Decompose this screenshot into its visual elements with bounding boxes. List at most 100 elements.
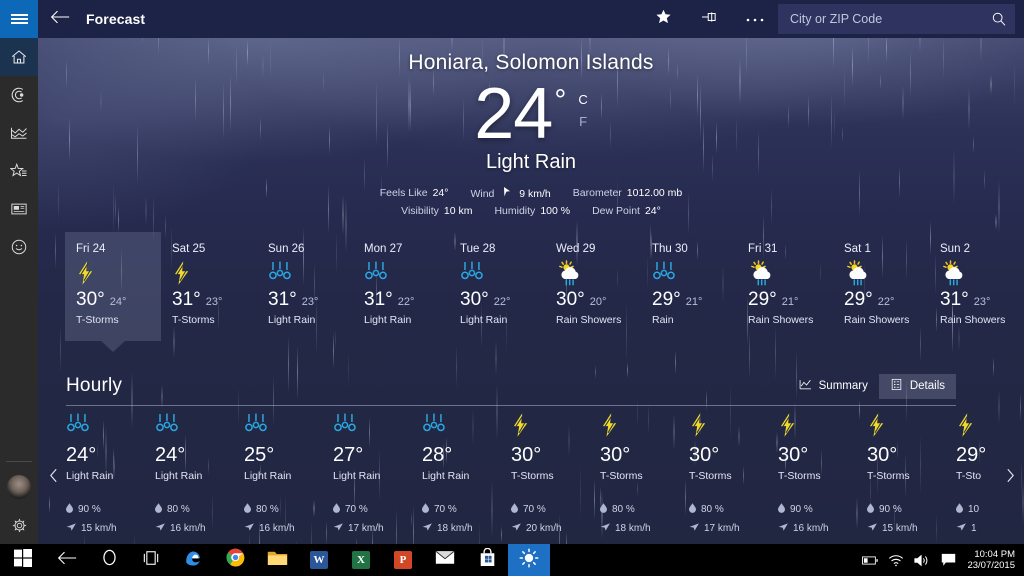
sidebar-item-send-feedback[interactable] — [0, 228, 38, 266]
taskbar-app-microsoft-word[interactable]: W — [298, 544, 340, 576]
hourly-temp: 24° — [66, 444, 155, 466]
hourly-metrics: 80 % 16 km/h — [244, 503, 333, 534]
hourly-condition: Light Rain — [66, 470, 155, 482]
taskbar-app-mail[interactable] — [424, 544, 466, 576]
daily-forecast-card[interactable]: Mon 27 31° 22° Light Rain — [353, 232, 449, 352]
hourly-forecast-card[interactable]: 24° Light Rain 80 % 16 km/h — [155, 412, 244, 534]
daily-forecast-card[interactable]: Sun 26 31° 23° Light Rain — [257, 232, 353, 352]
mail-icon — [435, 550, 455, 570]
water-droplet-icon — [689, 503, 696, 516]
hourly-metrics: 90 % 15 km/h — [66, 503, 155, 534]
action-center-icon[interactable] — [935, 544, 961, 576]
daily-high: 30° — [76, 289, 105, 311]
hourly-metrics: 70 % 17 km/h — [333, 503, 422, 534]
search-input[interactable] — [778, 4, 1015, 34]
current-stats: Feels Like 24° Wind 9 km/h Barometer 1012.… — [38, 187, 1024, 217]
daily-forecast-card[interactable]: Fri 31 29° 21° Rain Showers — [737, 232, 833, 352]
battery-icon[interactable] — [857, 544, 883, 576]
taskbar-clock[interactable]: 10:04 PM 23/07/2015 — [961, 549, 1024, 571]
star-icon — [655, 8, 672, 30]
more-options-button[interactable] — [732, 0, 778, 38]
hamburger-menu-icon[interactable] — [0, 0, 38, 38]
powerpoint-icon: P — [394, 551, 412, 569]
hourly-forecast-card[interactable]: 30° T-Storms 80 % 17 km/h — [689, 412, 778, 534]
hourly-forecast-card[interactable]: 24° Light Rain 90 % 15 km/h — [66, 412, 155, 534]
summary-label: Summary — [819, 380, 868, 392]
sidebar-item-home[interactable] — [0, 38, 38, 76]
daily-forecast-card[interactable]: Fri 24 30° 24° T-Storms — [65, 232, 161, 341]
hourly-forecast-card[interactable]: 30° T-Storms 70 % 20 km/h — [511, 412, 600, 534]
sidebar-item-historical-weather[interactable] — [0, 114, 38, 152]
stat-label: Feels Like — [380, 187, 428, 199]
list-details-icon — [890, 378, 903, 394]
hourly-forecast-card[interactable]: 25° Light Rain 80 % 16 km/h — [244, 412, 333, 534]
hourly-forecast-card[interactable]: 30° T-Storms 90 % 15 km/h — [867, 412, 956, 534]
daily-high: 31° — [268, 289, 297, 311]
sidebar-item-favorites[interactable] — [0, 152, 38, 190]
taskbar-app-weather[interactable] — [508, 544, 550, 576]
daily-day-label: Sat 25 — [172, 243, 257, 255]
hourly-metrics: 80 % 16 km/h — [155, 503, 244, 534]
taskbar-app-microsoft-edge[interactable] — [172, 544, 214, 576]
stat-feels-like: Feels Like 24° — [380, 187, 449, 200]
wind-value: 16 km/h — [259, 523, 295, 534]
speaker-icon[interactable] — [909, 544, 935, 576]
sidebar-item-maps[interactable] — [0, 76, 38, 114]
start-button[interactable] — [0, 544, 46, 576]
system-tray: 10:04 PM 23/07/2015 — [857, 544, 1024, 576]
add-to-favorites-button[interactable] — [640, 0, 686, 38]
hourly-metrics: 70 % 20 km/h — [511, 503, 600, 534]
hourly-forecast-card[interactable]: 30° T-Storms 80 % 18 km/h — [600, 412, 689, 534]
hourly-wind: 15 km/h — [66, 523, 155, 534]
hourly-condition: T-Storms — [511, 470, 600, 482]
sidebar-item-news[interactable] — [0, 190, 38, 228]
search-box[interactable] — [778, 4, 1015, 34]
daily-forecast-card[interactable]: Sat 25 31° 23° T-Storms — [161, 232, 257, 352]
daily-temps: 29° 21° — [748, 289, 833, 311]
cortana-button[interactable] — [88, 544, 130, 576]
daily-high: 30° — [460, 289, 489, 311]
daily-forecast-card[interactable]: Sun 2 31° 23° Rain Showers — [929, 232, 1024, 352]
taskbar-app-file-explorer[interactable] — [256, 544, 298, 576]
sidebar-item-settings[interactable] — [0, 506, 38, 544]
hourly-temp: 30° — [511, 444, 600, 466]
daily-low: 22° — [878, 296, 895, 308]
daily-condition: Light Rain — [268, 314, 353, 326]
taskbar-app-microsoft-store[interactable] — [466, 544, 508, 576]
daily-forecast-card[interactable]: Tue 28 30° 22° Light Rain — [449, 232, 545, 352]
daily-forecast-card[interactable]: Thu 30 29° 21° Rain — [641, 232, 737, 352]
current-conditions: Honiara, Solomon Islands 24 ° C F Light … — [38, 38, 1024, 222]
details-view-button[interactable]: Details — [879, 374, 956, 399]
daily-high: 29° — [748, 289, 777, 311]
hourly-header: Hourly Summary Details — [66, 372, 956, 400]
wifi-icon[interactable] — [883, 544, 909, 576]
stat-wind: Wind 9 km/h — [470, 187, 550, 200]
taskbar-back-button[interactable] — [46, 544, 88, 576]
hourly-forecast-card[interactable]: 27° Light Rain 70 % 17 km/h — [333, 412, 422, 534]
hourly-forecast-card[interactable]: 28° Light Rain 70 % 18 km/h — [422, 412, 511, 534]
unit-fahrenheit-button[interactable]: F — [578, 111, 587, 133]
search-icon[interactable] — [991, 11, 1007, 32]
wind-value: 17 km/h — [348, 523, 384, 534]
hourly-forecast-card[interactable]: 30° T-Storms 90 % 16 km/h — [778, 412, 867, 534]
unit-toggle: C F — [578, 89, 587, 133]
thunderstorm-icon — [867, 412, 956, 438]
task-view-button[interactable] — [130, 544, 172, 576]
daily-forecast-card[interactable]: Wed 29 30° 20° Rain Showers — [545, 232, 641, 352]
daily-low: 23° — [302, 296, 319, 308]
back-button[interactable] — [38, 0, 82, 38]
hourly-scroll-right-button[interactable] — [1001, 466, 1019, 490]
hourly-condition: Light Rain — [333, 470, 422, 482]
pin-to-start-button[interactable] — [686, 0, 732, 38]
taskbar-app-google-chrome[interactable] — [214, 544, 256, 576]
sidebar-item-account[interactable] — [0, 468, 38, 506]
taskbar-app-microsoft-powerpoint[interactable]: P — [382, 544, 424, 576]
unit-celsius-button[interactable]: C — [578, 89, 587, 111]
hourly-wind: 18 km/h — [600, 523, 689, 534]
summary-view-button[interactable]: Summary — [788, 374, 879, 399]
stat-visibility: Visibility 10 km — [401, 205, 472, 217]
water-droplet-icon — [244, 503, 251, 516]
taskbar-app-microsoft-excel[interactable]: X — [340, 544, 382, 576]
daily-forecast-card[interactable]: Sat 1 29° 22° Rain Showers — [833, 232, 929, 352]
hourly-scroll-left-button[interactable] — [44, 466, 62, 490]
